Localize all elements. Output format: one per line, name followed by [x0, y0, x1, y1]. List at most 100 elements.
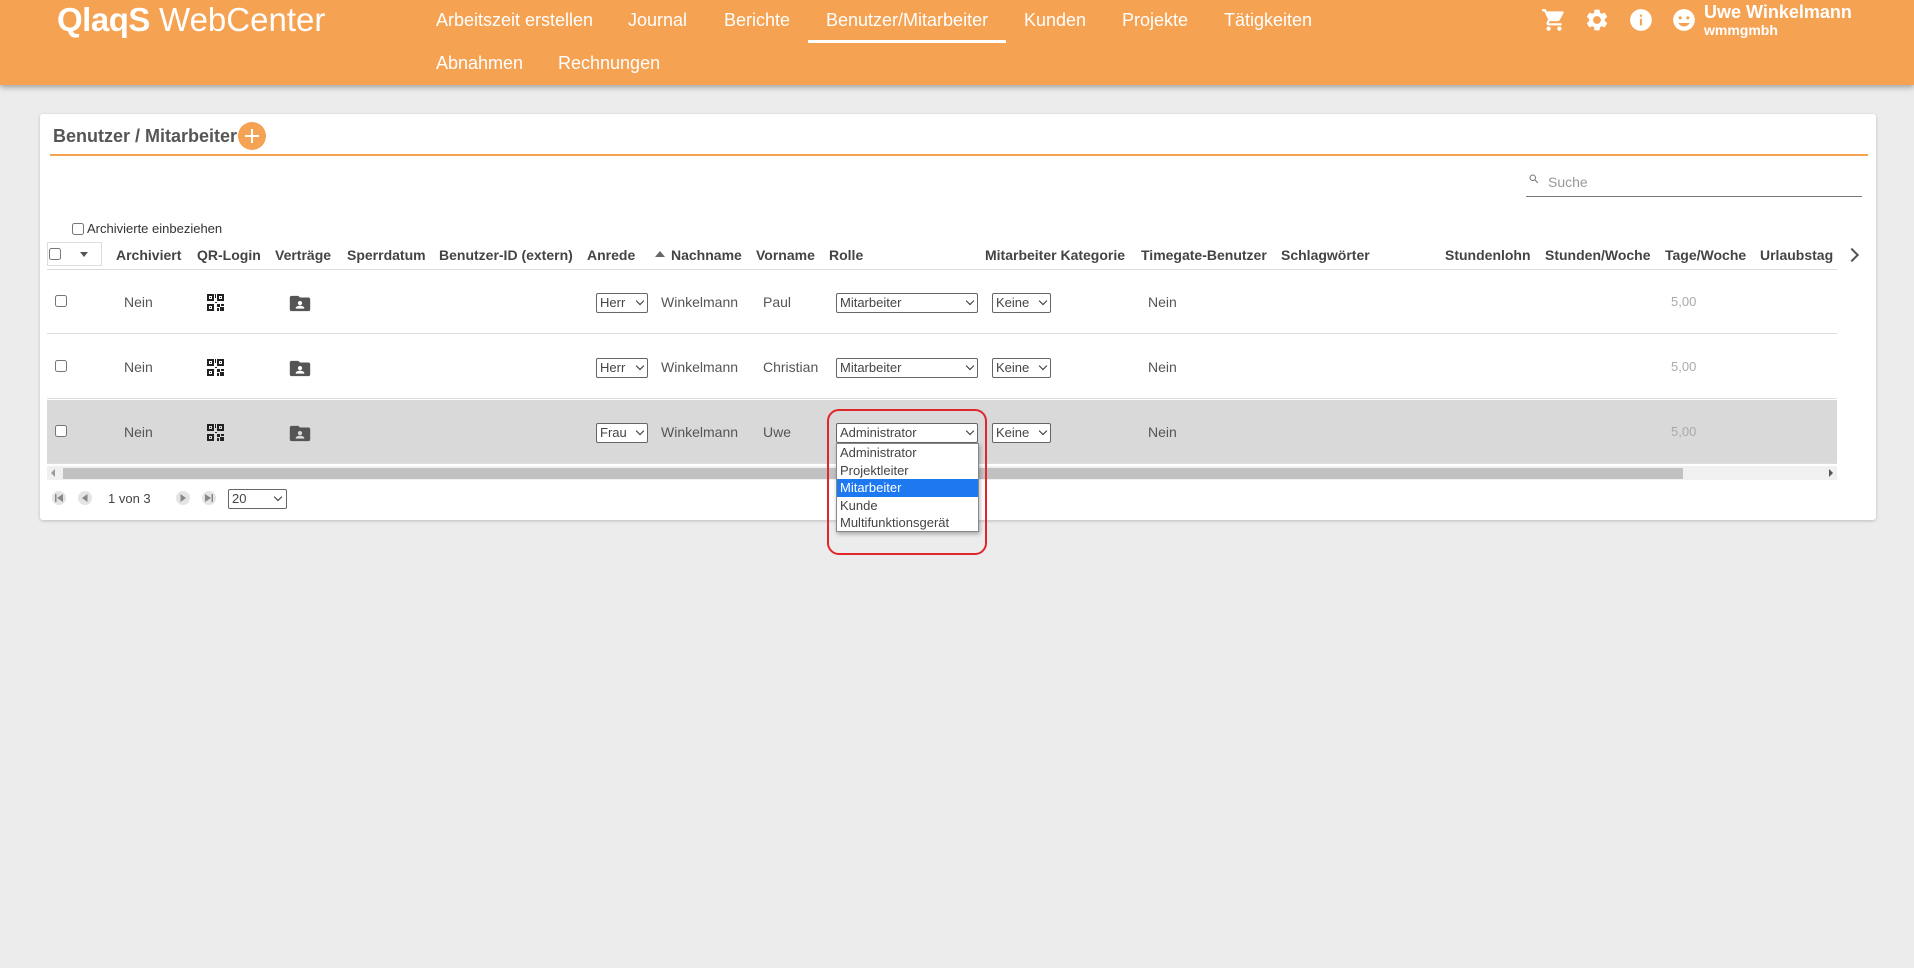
rolle-select[interactable]: Mitarbeiter: [836, 358, 978, 378]
next-page-button[interactable]: [176, 491, 190, 505]
cell-archiviert: Nein: [124, 424, 153, 440]
cell-archiviert: Nein: [124, 294, 153, 310]
nav-item-taetigkeiten[interactable]: Tätigkeiten: [1206, 0, 1330, 43]
nav-item-kunden[interactable]: Kunden: [1006, 0, 1104, 43]
cell-tage-woche: 5,00: [1671, 359, 1697, 374]
chevron-right-icon[interactable]: [1844, 247, 1860, 263]
chevron-down-icon: [635, 361, 645, 371]
qr-code-icon[interactable]: [207, 359, 224, 376]
cart-icon[interactable]: [1541, 7, 1567, 33]
col-nachname[interactable]: Nachname: [655, 240, 742, 270]
row-checkbox[interactable]: [55, 295, 67, 307]
pager: 1 von 3 20: [52, 488, 292, 510]
cell-vorname: Uwe: [763, 424, 792, 440]
cell-vorname: Paul: [763, 294, 792, 310]
anrede-select[interactable]: Herr: [596, 293, 648, 313]
cell-timegate: Nein: [1148, 294, 1177, 310]
col-kategorie[interactable]: Mitarbeiter Kategorie: [985, 240, 1125, 270]
kategorie-select[interactable]: Keine: [992, 293, 1051, 313]
search-box: [1526, 169, 1862, 197]
select-all-menu[interactable]: [47, 242, 102, 266]
row-checkbox[interactable]: [55, 360, 67, 372]
row-checkbox[interactable]: [55, 425, 67, 437]
kategorie-value: Keine: [996, 360, 1030, 375]
last-page-button[interactable]: [202, 491, 216, 505]
search-input[interactable]: [1548, 171, 1848, 193]
nav-item-journal[interactable]: Journal: [610, 0, 705, 43]
prev-page-button[interactable]: [78, 491, 92, 505]
scroll-left-icon[interactable]: [51, 469, 55, 477]
col-benutzer-id[interactable]: Benutzer-ID (extern): [439, 240, 573, 270]
kategorie-select[interactable]: Keine: [992, 423, 1051, 443]
col-anrede[interactable]: Anrede: [587, 240, 635, 270]
sort-ascending-icon: [655, 251, 665, 258]
include-archived-toggle[interactable]: Archivierte einbeziehen: [72, 221, 222, 236]
page-title: Benutzer / Mitarbeiter: [53, 126, 238, 146]
grid-header: Archiviert QR-Login Verträge Sperrdatum …: [47, 240, 1860, 270]
qr-code-icon[interactable]: [207, 294, 224, 311]
kategorie-value: Keine: [996, 425, 1030, 440]
cell-vorname: Christian: [763, 359, 819, 375]
chevron-down-icon: [1038, 426, 1048, 436]
user-name: Uwe Winkelmann: [1704, 2, 1852, 22]
cell-nachname: Winkelmann: [661, 294, 739, 310]
col-urlaubstag[interactable]: Urlaubstag: [1760, 240, 1837, 270]
col-timegate[interactable]: Timegate-Benutzer: [1141, 240, 1267, 270]
info-icon[interactable]: [1628, 7, 1654, 33]
scroll-right-icon[interactable]: [1829, 469, 1833, 477]
nav-item-rechnungen[interactable]: Rechnungen: [540, 43, 678, 86]
page-indicator: 1 von 3: [108, 491, 151, 506]
anrede-value: Herr: [600, 295, 626, 310]
nav-item-abnahmen[interactable]: Abnahmen: [418, 43, 541, 86]
cell-archiviert: Nein: [124, 359, 153, 375]
user-info[interactable]: Uwe Winkelmann wmmgmbh: [1704, 2, 1852, 38]
col-schlagwoerter[interactable]: Schlagwörter: [1281, 240, 1370, 270]
app-logo[interactable]: QlaqS WebCenter: [57, 1, 325, 39]
nav-item-projekte[interactable]: Projekte: [1104, 0, 1206, 43]
user-company: wmmgmbh: [1704, 22, 1778, 38]
folder-user-icon[interactable]: [289, 425, 311, 442]
logo-product: WebCenter: [159, 1, 326, 38]
settings-gear-icon[interactable]: [1584, 7, 1610, 33]
cell-timegate: Nein: [1148, 424, 1177, 440]
page-size-select[interactable]: 20: [228, 489, 287, 509]
page-size-value: 20: [232, 491, 247, 506]
chevron-down-icon[interactable]: [80, 252, 88, 257]
last-page-icon: [205, 494, 213, 502]
qr-code-icon[interactable]: [207, 424, 224, 441]
anrede-select[interactable]: Frau: [596, 423, 648, 443]
col-vertraege[interactable]: Verträge: [275, 240, 331, 270]
cell-tage-woche: 5,00: [1671, 294, 1697, 309]
col-stunden-woche[interactable]: Stunden/Woche: [1545, 240, 1651, 270]
select-all-checkbox[interactable]: [49, 248, 61, 260]
kategorie-select[interactable]: Keine: [992, 358, 1051, 378]
rolle-select[interactable]: Mitarbeiter: [836, 293, 978, 313]
first-page-button[interactable]: [52, 491, 66, 505]
folder-user-icon[interactable]: [289, 360, 311, 377]
col-sperrdatum[interactable]: Sperrdatum: [347, 240, 426, 270]
nav-item-berichte[interactable]: Berichte: [706, 0, 808, 43]
include-archived-checkbox[interactable]: [72, 222, 84, 235]
col-stundenlohn[interactable]: Stundenlohn: [1445, 240, 1531, 270]
col-vorname[interactable]: Vorname: [756, 240, 815, 270]
table-row[interactable]: Nein Herr Winkelmann Christian Mitarbeit…: [47, 335, 1837, 399]
col-tage-woche[interactable]: Tage/Woche: [1665, 240, 1746, 270]
chevron-down-icon: [965, 361, 975, 371]
highlight-callout: [827, 409, 987, 555]
anrede-select[interactable]: Herr: [596, 358, 648, 378]
table-row[interactable]: Nein Herr Winkelmann Paul Mitarbeiter Ke…: [47, 270, 1837, 334]
col-nachname-label: Nachname: [671, 247, 742, 263]
col-qr-login[interactable]: QR-Login: [197, 240, 261, 270]
col-rolle[interactable]: Rolle: [829, 240, 863, 270]
anrede-value: Frau: [600, 425, 627, 440]
col-archiviert[interactable]: Archiviert: [116, 240, 181, 270]
main-nav: Arbeitszeit erstellen Journal Berichte B…: [418, 0, 1312, 86]
folder-user-icon[interactable]: [289, 295, 311, 312]
nav-item-benutzer[interactable]: Benutzer/Mitarbeiter: [808, 0, 1007, 43]
nav-item-arbeitszeit[interactable]: Arbeitszeit erstellen: [418, 0, 611, 43]
chevron-down-icon: [965, 296, 975, 306]
top-bar: QlaqS WebCenter Arbeitszeit erstellen Jo…: [0, 0, 1914, 85]
user-avatar-icon[interactable]: [1671, 7, 1697, 33]
add-user-button[interactable]: [238, 122, 266, 150]
include-archived-label: Archivierte einbeziehen: [87, 221, 223, 236]
